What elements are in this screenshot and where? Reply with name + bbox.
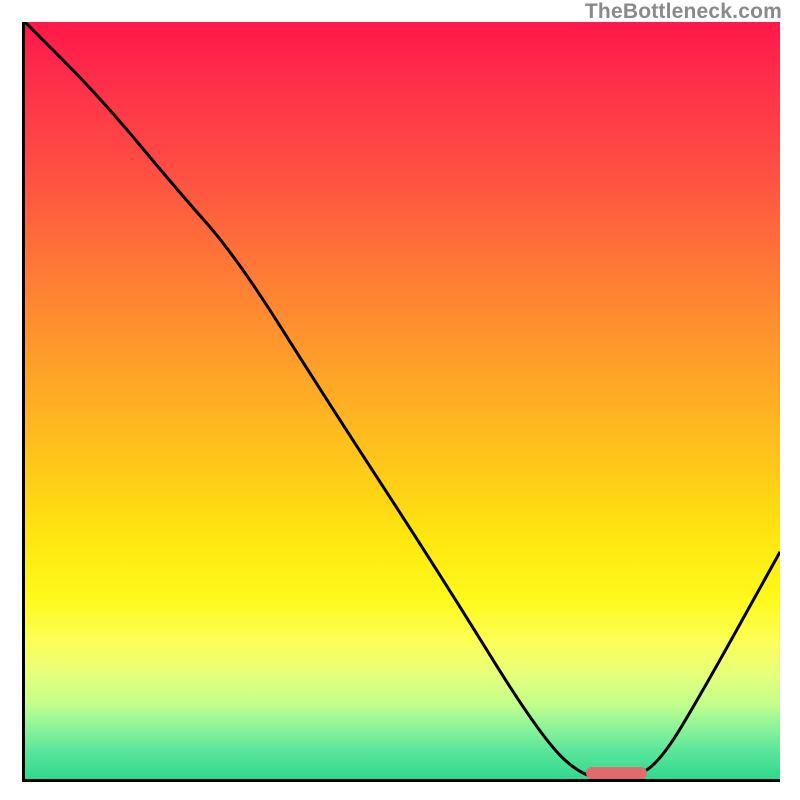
bottleneck-curve	[25, 22, 780, 779]
curve-svg	[25, 22, 780, 779]
optimal-range-marker	[586, 767, 647, 779]
plot-area	[22, 22, 780, 782]
watermark-text: TheBottleneck.com	[585, 0, 782, 24]
chart-container: TheBottleneck.com	[0, 0, 800, 800]
